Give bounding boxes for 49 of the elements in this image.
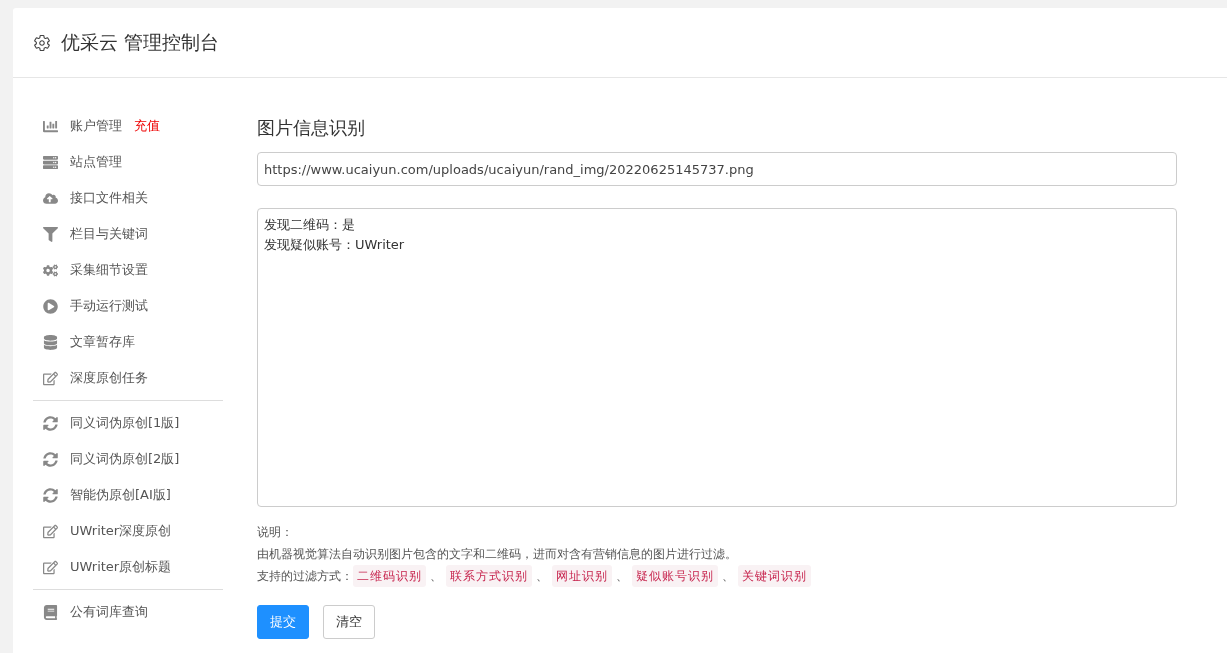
- sidebar-item[interactable]: 深度原创任务: [33, 360, 223, 396]
- sidebar-item[interactable]: 公有词库查询: [33, 594, 223, 630]
- sidebar-item[interactable]: 文章暂存库: [33, 324, 223, 360]
- url-field[interactable]: https://www.ucaiyun.com/uploads/ucaiyun/rand_img/20220625145737.png: [257, 152, 1177, 186]
- notes-heading: 说明：: [257, 524, 293, 541]
- separator-text: 、: [430, 568, 442, 585]
- sidebar-item[interactable]: 接口文件相关: [33, 180, 223, 216]
- refresh-icon: [43, 415, 58, 431]
- cloud-upload-icon: [43, 190, 58, 206]
- result-line: 发现疑似账号：UWriter: [264, 236, 406, 254]
- sidebar-item[interactable]: 栏目与关键词: [33, 216, 223, 252]
- separator-text: 、: [616, 568, 628, 585]
- bar-chart-icon: [43, 118, 58, 134]
- separator-text: 、: [722, 568, 734, 585]
- method-tag: 联系方式识别: [446, 565, 532, 587]
- method-tag: 网址识别: [552, 565, 612, 587]
- sidebar-item[interactable]: 同义词伪原创[2版]: [33, 441, 223, 477]
- database-icon: [43, 334, 58, 350]
- play-icon: [43, 298, 58, 314]
- filter-icon: [43, 226, 58, 242]
- sidebar-item[interactable]: 账户管理 充值: [33, 108, 223, 144]
- edit-icon: [43, 370, 58, 386]
- description-text: 由机器视觉算法自动识别图片包含的文字和二维码，进而对含有营销信息的图片进行过滤。: [257, 546, 737, 563]
- server-icon: [43, 154, 58, 170]
- sidebar-item[interactable]: 采集细节设置: [33, 252, 223, 288]
- result-box[interactable]: 发现二维码：是 发现疑似账号：UWriter: [257, 208, 1177, 507]
- sidebar-item[interactable]: 手动运行测试: [33, 288, 223, 324]
- method-tag: 关键词识别: [738, 565, 811, 587]
- method-tag: 疑似账号识别: [632, 565, 718, 587]
- result-line: 发现二维码：是: [264, 216, 356, 234]
- methods-label: 支持的过滤方式：: [257, 568, 353, 585]
- book-icon: [43, 604, 58, 620]
- edit-icon: [43, 523, 58, 539]
- sidebar-item[interactable]: 智能伪原创[AI版]: [33, 477, 223, 513]
- refresh-icon: [43, 487, 58, 503]
- separator-text: 、: [536, 568, 548, 585]
- sidebar-item[interactable]: UWriter深度原创: [33, 513, 223, 549]
- clear-button[interactable]: 清空: [323, 605, 375, 639]
- sidebar-item[interactable]: 站点管理: [33, 144, 223, 180]
- method-tag: 二维码识别: [353, 565, 426, 587]
- recharge-link[interactable]: 充值: [134, 117, 160, 135]
- sidebar-item[interactable]: UWriter原创标题: [33, 549, 223, 585]
- gears-icon: [43, 262, 58, 278]
- sidebar-item[interactable]: 同义词伪原创[1版]: [33, 405, 223, 441]
- edit-icon: [43, 559, 58, 575]
- console-title: 优采云 管理控制台: [61, 29, 220, 55]
- page-title: 图片信息识别: [257, 116, 366, 140]
- settings-icon: [33, 33, 51, 52]
- refresh-icon: [43, 451, 58, 467]
